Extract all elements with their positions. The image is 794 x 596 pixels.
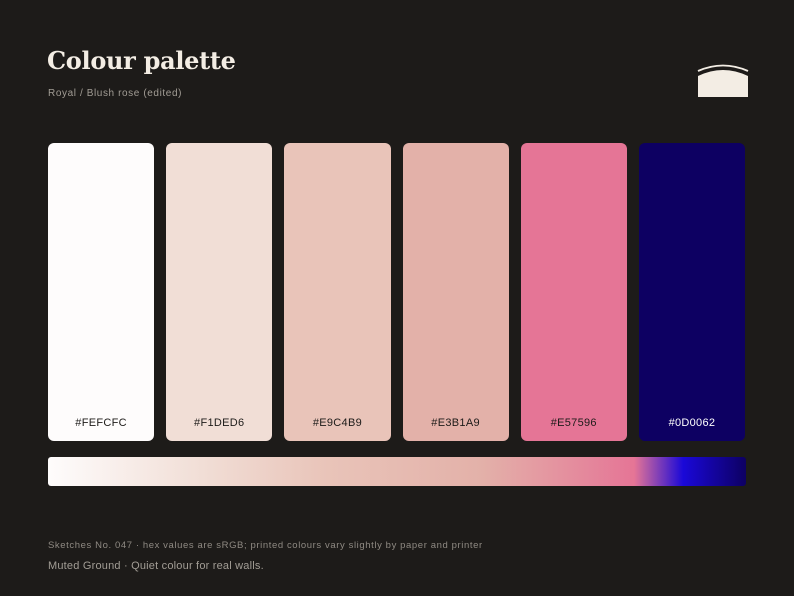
swatch-hex-label: #E9C4B9 xyxy=(312,417,363,429)
swatch-5[interactable]: #E57596 xyxy=(520,143,627,441)
swatch-hex-label: #E3B1A9 xyxy=(431,417,480,429)
swatch-hex-label: #0D0062 xyxy=(668,417,716,429)
swatch-4[interactable]: #E3B1A9 xyxy=(402,143,509,441)
swatch-hex-label: #FEFCFC xyxy=(75,417,127,429)
arch-icon xyxy=(697,64,749,97)
swatch-hex-label: #F1DED6 xyxy=(194,417,245,429)
swatch-6[interactable]: #0D0062 xyxy=(638,143,746,441)
gradient-bar xyxy=(48,457,746,486)
tagline: Muted Ground · Quiet colour for real wal… xyxy=(48,560,264,572)
swatch-3[interactable]: #E9C4B9 xyxy=(284,143,391,441)
swatch-row: #FEFCFC #F1DED6 #E9C4B9 #E3B1A9 #E57596 … xyxy=(48,143,746,441)
swatch-1[interactable]: #FEFCFC xyxy=(48,143,155,441)
swatch-2[interactable]: #F1DED6 xyxy=(166,143,273,441)
footnote: Sketches No. 047 · hex values are sRGB; … xyxy=(48,540,483,551)
page-title: Colour palette xyxy=(47,46,236,75)
swatch-hex-label: #E57596 xyxy=(550,417,597,429)
palette-subtitle: Royal / Blush rose (edited) xyxy=(48,88,183,99)
